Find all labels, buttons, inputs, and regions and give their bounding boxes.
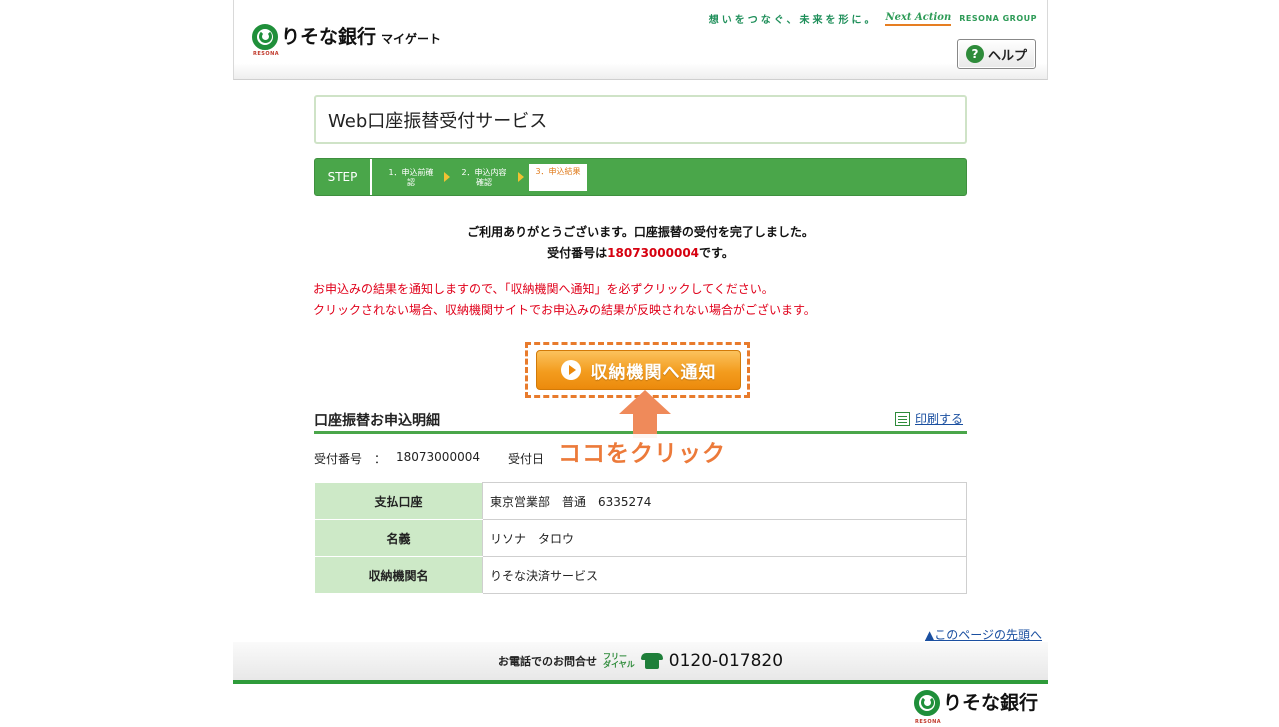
footer-divider <box>233 680 1048 684</box>
details-table: 支払口座 東京営業部 普通 6335274 名義 リソナ タロウ 収納機関名 り… <box>314 482 967 594</box>
contact-label: お電話でのお問合せ <box>498 655 597 668</box>
phone-number: 0120-017820 <box>668 651 784 671</box>
help-button[interactable]: ? ヘルプ <box>957 39 1036 69</box>
receipt-info: 受付番号 ： 18073000004 受付日 <box>314 450 544 467</box>
page-top-link[interactable]: ▲このページの先頭へ <box>925 626 1042 643</box>
logo-name: りそな銀行 <box>281 26 377 48</box>
row-label: 支払口座 <box>314 482 483 520</box>
phone-icon <box>640 653 663 669</box>
resona-logo-icon: RESONA <box>252 24 279 57</box>
play-icon <box>560 360 581 380</box>
step-3-current: 3．申込結果 <box>529 164 587 191</box>
question-icon: ? <box>965 45 984 63</box>
printer-icon <box>895 411 910 426</box>
row-label: 名義 <box>314 519 483 557</box>
resona-logo-icon: RESONA <box>914 690 941 725</box>
free-dial-label: フリー ダイヤル <box>603 652 635 669</box>
logo-sub-text: RESONA <box>253 51 280 57</box>
page: RESONA りそな銀行 マイゲート 想いをつなぐ、未来を形に。 Next Ac… <box>233 0 1048 727</box>
receipt-label: 受付番号 <box>314 452 363 466</box>
step-label: STEP <box>315 159 372 195</box>
row-label: 収納機関名 <box>314 556 483 594</box>
row-value: りそな決済サービス <box>482 556 967 594</box>
slogan-text: 想いをつなぐ、未来を形に。 <box>708 15 878 26</box>
row-value: リソナ タロウ <box>482 519 967 557</box>
app-name: マイゲート <box>381 32 442 46</box>
notify-label: 収納機関へ通知 <box>590 362 717 383</box>
step-bar: STEP 1．申込前確認 2．申込内容 確認 3．申込結果 <box>314 158 967 196</box>
logo-sub-text: RESONA <box>915 719 942 725</box>
date-label: 受付日 <box>508 452 545 466</box>
notify-institution-button[interactable]: 収納機関へ通知 <box>536 350 741 390</box>
page-title-box: Web口座振替受付サービス <box>314 95 967 144</box>
next-action-logo: Next Action <box>885 12 952 26</box>
print-link[interactable]: 印刷する <box>895 410 963 427</box>
details-title: 口座振替お申込明細 <box>314 413 440 429</box>
table-row: 名義 リソナ タロウ <box>314 519 967 557</box>
step-arrow-icon <box>444 172 450 182</box>
resona-logo[interactable]: RESONA りそな銀行 マイゲート <box>252 24 442 57</box>
print-label: 印刷する <box>915 412 964 426</box>
receipt-separator: ： <box>374 452 387 466</box>
page-title: Web口座振替受付サービス <box>328 110 548 132</box>
footer-logo-name: りそな銀行 <box>943 692 1039 714</box>
group-slogan: 想いをつなぐ、未来を形に。 Next Action RESONA GROUP <box>708 11 1037 27</box>
receipt-message: 受付番号は18073000004です。 <box>547 246 734 260</box>
table-row: 支払口座 東京営業部 普通 6335274 <box>314 482 967 520</box>
header: RESONA りそな銀行 マイゲート 想いをつなぐ、未来を形に。 Next Ac… <box>233 0 1048 80</box>
step-1: 1．申込前確認 <box>388 167 434 187</box>
footer-resona-logo: RESONA りそな銀行 <box>914 690 1039 725</box>
receipt-value: 18073000004 <box>396 450 480 464</box>
table-row: 収納機関名 りそな決済サービス <box>314 556 967 594</box>
up-arrow-icon <box>619 390 671 438</box>
resona-group-label: RESONA GROUP <box>959 14 1037 23</box>
receipt-number: 18073000004 <box>607 246 700 260</box>
step-arrow-icon <box>518 172 524 182</box>
help-label: ヘルプ <box>987 48 1027 64</box>
click-here-callout: ココをクリック <box>555 434 729 468</box>
step-2: 2．申込内容 確認 <box>461 167 507 187</box>
warning-text-1: お申込みの結果を通知しますので、「収納機関へ通知」を必ずクリックしてください。 <box>313 282 774 296</box>
row-value: 東京営業部 普通 6335274 <box>482 482 967 520</box>
warning-text-2: クリックされない場合、収納機関サイトでお申込みの結果が反映されない場合がございま… <box>313 303 816 317</box>
footer-contact: お電話でのお問合せ フリー ダイヤル 0120-017820 <box>498 651 783 671</box>
completion-message: ご利用ありがとうございます。口座振替の受付を完了しました。 <box>467 225 814 239</box>
